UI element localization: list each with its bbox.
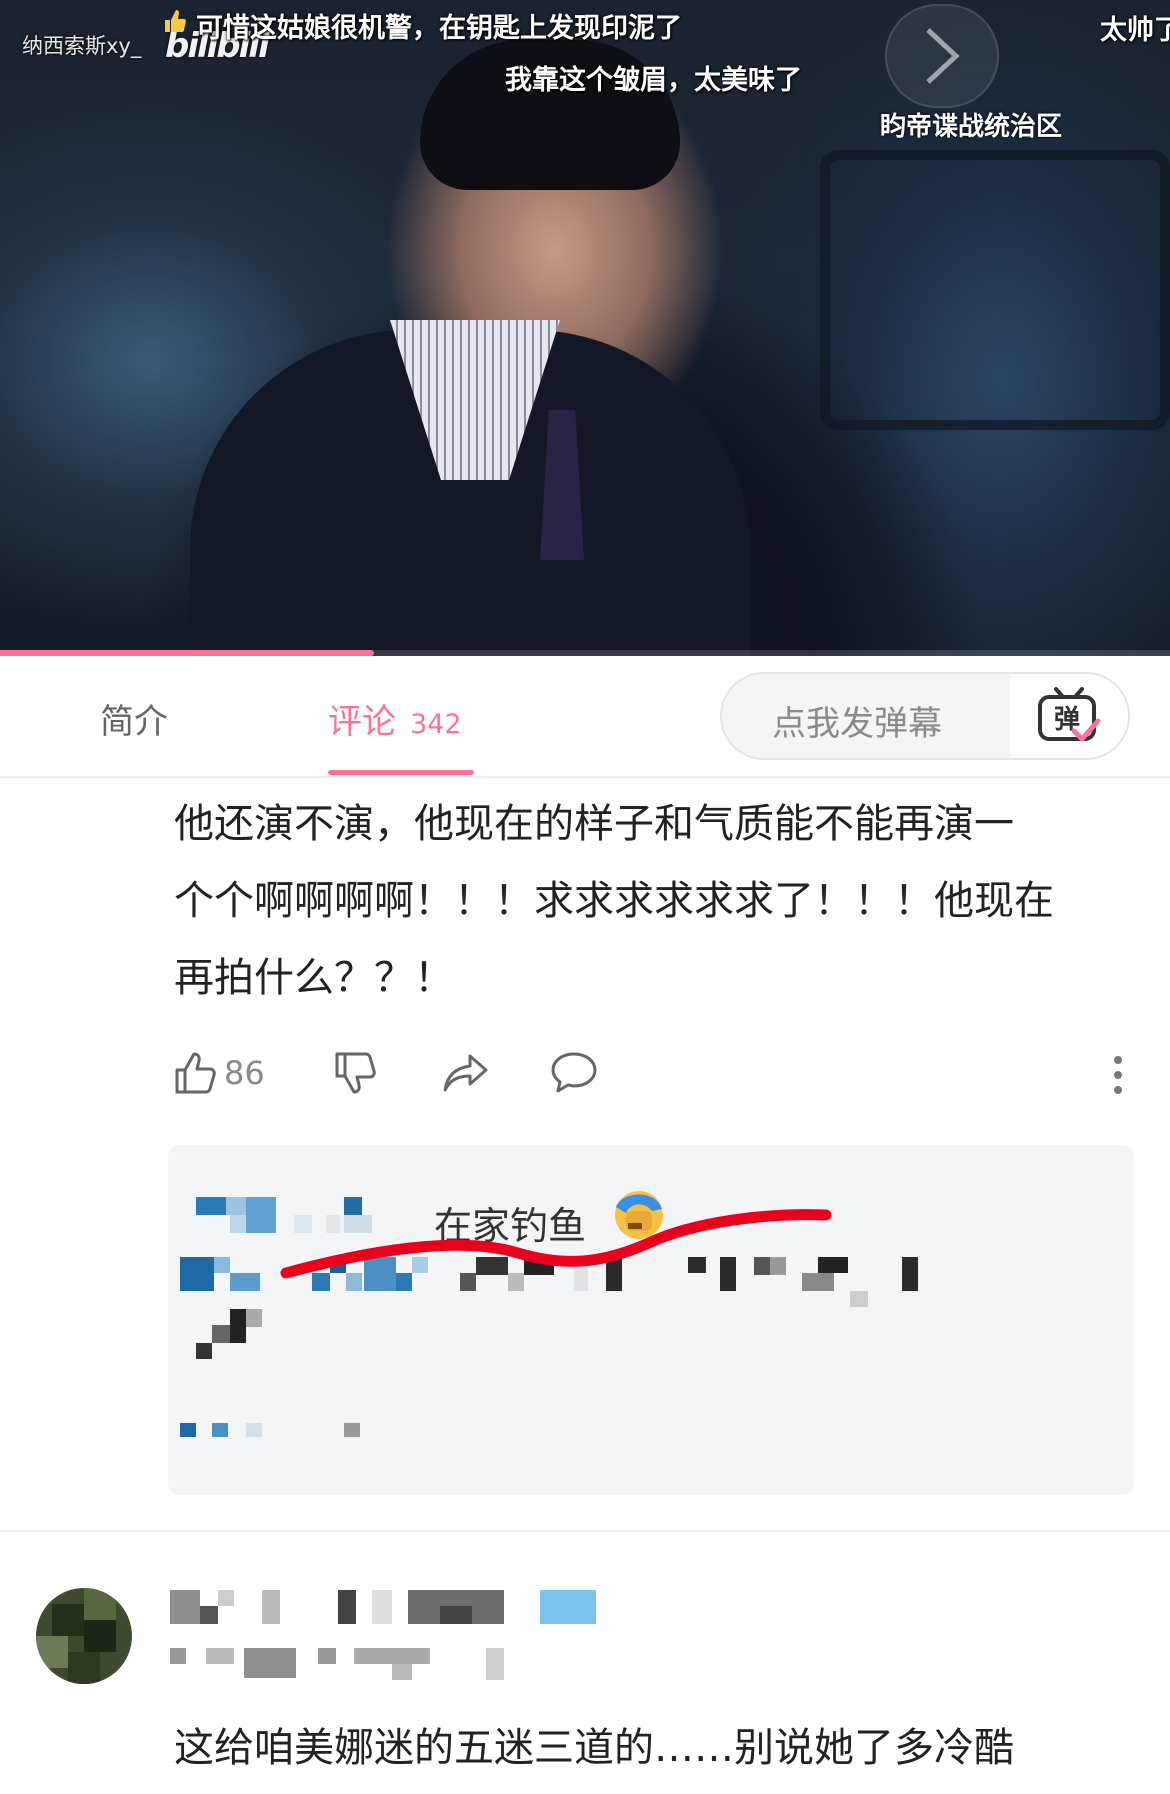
comment-divider bbox=[0, 1530, 1170, 1532]
red-annotation-line bbox=[280, 1209, 832, 1279]
active-tab-indicator bbox=[328, 770, 474, 775]
comment-text: 这给咱美娜迷的五迷三道的……别说她了多冷酷 bbox=[174, 1725, 1014, 1771]
like-button[interactable]: 86 bbox=[174, 1050, 265, 1096]
danmaku-input[interactable]: 点我发弹幕 弹 bbox=[720, 672, 1130, 760]
comment-actions: 86 bbox=[174, 1050, 1124, 1100]
danmaku-comment: 太帅了 bbox=[1100, 15, 1170, 46]
next-video-label: 盷帝谍战统治区 bbox=[880, 112, 1063, 142]
chevron-right-icon bbox=[926, 28, 960, 84]
more-icon[interactable] bbox=[1112, 1055, 1124, 1095]
thumb-down-icon bbox=[335, 1052, 376, 1094]
next-video-button[interactable] bbox=[885, 4, 999, 108]
share-icon bbox=[443, 1054, 488, 1092]
comment-line: 个个啊啊啊啊！！！求求求求求求了！！！他现在 bbox=[174, 878, 1054, 924]
danmaku-comment: 可惜这姑娘很机警，在钥匙上发现印泥了 bbox=[196, 13, 682, 44]
share-button[interactable] bbox=[442, 1050, 490, 1094]
comment-count: 342 bbox=[410, 709, 462, 740]
uploader-watermark: 纳西索斯xy_ bbox=[22, 34, 142, 58]
like-count: 86 bbox=[224, 1054, 265, 1092]
reply-icon bbox=[551, 1052, 597, 1093]
thumb-up-icon bbox=[175, 1052, 216, 1094]
danmaku-toggle-icon: 弹 bbox=[1038, 687, 1101, 742]
scene-background-window bbox=[820, 150, 1170, 430]
danmaku-comment: 我靠这个皱眉，太美味了 bbox=[505, 65, 802, 96]
comment-line: 他还演不演，他现在的样子和气质能不能再演一 bbox=[174, 801, 1014, 847]
tab-bar: 简介 评论 342 点我发弹幕 弹 bbox=[0, 656, 1170, 778]
tab-comments[interactable]: 评论 342 bbox=[328, 694, 462, 743]
tab-intro[interactable]: 简介 bbox=[100, 694, 168, 743]
video-player[interactable]: 纳西索斯xy_ bilibili 可惜这姑娘很机警，在钥匙上发现印泥了 我靠这个… bbox=[0, 0, 1170, 656]
reply-preview[interactable]: 在家钓鱼 bbox=[168, 1145, 1134, 1495]
comment-text: 他还演不演，他现在的样子和气质能不能再演一 个个啊啊啊啊！！！求求求求求求了！！… bbox=[174, 786, 1114, 1017]
danmaku-placeholder: 点我发弹幕 bbox=[772, 704, 942, 744]
dislike-button[interactable] bbox=[334, 1050, 378, 1096]
danmaku-toggle-button[interactable]: 弹 bbox=[1010, 674, 1128, 758]
comment-line: 再拍什么？？！ bbox=[174, 955, 454, 1001]
reply-button[interactable] bbox=[550, 1050, 598, 1094]
avatar[interactable] bbox=[36, 1588, 132, 1684]
thumb-up-icon bbox=[165, 10, 186, 32]
tab-comments-label: 评论 bbox=[328, 702, 396, 742]
